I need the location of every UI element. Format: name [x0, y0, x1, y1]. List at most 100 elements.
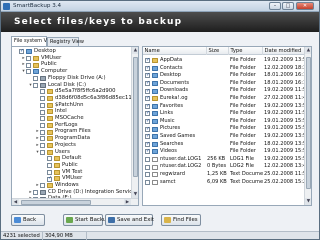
list-checkbox[interactable] — [145, 148, 150, 156]
title-bar[interactable]: SmartBackup 3.4 – □ ✕ — [1, 1, 319, 12]
list-row[interactable]: Videos File Folder 19.01.2009 15:5 — [143, 148, 306, 156]
tree-checkbox[interactable] — [40, 122, 45, 128]
column-header-name[interactable]: Name — [143, 47, 207, 55]
minimize-button[interactable]: – — [269, 2, 281, 10]
cell-name: AppData — [160, 57, 183, 63]
tree-checkbox[interactable] — [40, 136, 45, 142]
list-row[interactable]: Music File Folder 19.01.2009 15:5 — [143, 118, 306, 125]
tree-checkbox[interactable] — [33, 189, 38, 195]
tree-checkbox[interactable] — [26, 55, 31, 61]
list-checkbox[interactable] — [145, 110, 150, 118]
tree-checkbox[interactable] — [47, 163, 52, 169]
folder-icon — [152, 141, 158, 147]
back-button[interactable]: Back — [11, 214, 45, 226]
tree-vertical-scrollbar[interactable]: ▲ ▼ — [131, 47, 138, 205]
scroll-down-arrow-icon[interactable]: ▼ — [305, 198, 311, 205]
list-row[interactable]: Desktop File Folder 18.01.2009 16:1 — [143, 72, 306, 80]
list-checkbox[interactable] — [145, 87, 150, 95]
tree-checkbox[interactable] — [47, 175, 52, 183]
list-row[interactable]: Searches File Folder 18.02.2009 13:5 — [143, 141, 306, 148]
cell-name: Contacts — [160, 64, 183, 71]
scroll-up-arrow-icon[interactable]: ▲ — [305, 47, 311, 54]
list-row[interactable]: Contacts File Folder 12.02.2009 18:3 — [143, 65, 306, 72]
cell-type: LOG1 File — [230, 155, 254, 162]
list-row[interactable]: Downloads File Folder 19.02.2009 11:5 — [143, 87, 306, 95]
list-row[interactable]: regwizard 1,25 KBText Document25.02.2008 … — [143, 171, 306, 178]
list-checkbox[interactable] — [145, 72, 150, 80]
list-checkbox[interactable] — [145, 133, 150, 141]
list-row[interactable]: Pictures File Folder 19.01.2009 15:5 — [143, 125, 306, 133]
tree-checkbox[interactable] — [40, 143, 45, 149]
scroll-right-arrow-icon[interactable]: ▶ — [124, 199, 131, 205]
maximize-button[interactable]: □ — [282, 2, 294, 10]
scroll-down-arrow-icon[interactable]: ▼ — [132, 191, 138, 198]
scroll-thumb[interactable] — [21, 200, 91, 205]
list-checkbox[interactable] — [145, 80, 150, 87]
column-header-date-modified[interactable]: Date modified — [263, 47, 306, 55]
list-row[interactable]: ntuser.dat.LOG1 256 KB LOG1 File 19.02.2009… — [143, 156, 306, 163]
tree-checkbox[interactable] — [19, 48, 24, 56]
cell-name: Desktop — [160, 72, 182, 79]
scroll-thumb[interactable] — [133, 57, 138, 177]
tree-checkbox[interactable] — [47, 156, 52, 162]
list-checkbox[interactable] — [145, 65, 150, 72]
list-row[interactable]: Documents File Folder 18.01.2009 16:1 — [143, 80, 306, 87]
file-icon — [152, 156, 158, 162]
cell-size: 0 Bytes — [207, 163, 227, 170]
folder-icon — [47, 122, 53, 128]
folder-tree[interactable]: Desktop▸VMUser▸Public▾ComputerFloppy Dis… — [11, 46, 139, 206]
close-button[interactable]: ✕ — [296, 2, 314, 10]
list-checkbox[interactable] — [145, 172, 150, 178]
list-checkbox[interactable] — [145, 103, 150, 110]
tree-checkbox[interactable] — [40, 109, 45, 115]
folder-icon — [47, 96, 53, 102]
tab-file-system-view[interactable]: File system View — [11, 36, 56, 46]
list-row[interactable]: AppData File Folder 19.02.2009 13:5 — [143, 57, 306, 65]
cell-date-modified: 19.02.2009 13:5 — [264, 133, 306, 139]
scroll-up-arrow-icon[interactable]: ▲ — [132, 47, 138, 54]
list-row[interactable]: Links File Folder 19.02.2009 11:5 — [143, 110, 306, 118]
folder-icon — [54, 156, 60, 162]
list-checkbox[interactable] — [145, 95, 150, 103]
list-checkbox[interactable] — [145, 141, 150, 148]
list-vertical-scrollbar[interactable]: ▲ ▼ — [304, 47, 311, 205]
drive-icon — [40, 82, 46, 88]
column-header-size[interactable]: Size — [207, 47, 229, 55]
tree-checkbox[interactable] — [47, 169, 52, 175]
list-row[interactable]: ntuser.dat.LOG2 0 Bytes LOG2 File 12.02.200… — [143, 163, 306, 170]
cell-type: File Folder — [230, 117, 256, 124]
tree-checkbox[interactable] — [40, 96, 45, 102]
list-checkbox[interactable] — [145, 125, 150, 133]
save-and-exit-button[interactable]: Save and Exit — [105, 214, 154, 226]
file-list[interactable]: Name Size Type Date modified AppData File… — [142, 46, 312, 206]
find-files-label: Find Files — [173, 217, 198, 223]
list-row[interactable]: Saved Games File Folder 19.02.2009 13:5 — [143, 133, 306, 141]
tree-checkbox[interactable] — [33, 76, 38, 82]
start-backup-button[interactable]: Start Backup — [63, 214, 110, 226]
find-files-button[interactable]: Find Files — [161, 214, 201, 226]
tree-checkbox[interactable] — [33, 82, 38, 88]
list-checkbox[interactable] — [145, 57, 150, 65]
tree-checkbox[interactable] — [40, 102, 45, 108]
list-row[interactable]: samct 6,09 KBText Document25.02.2008 15:2 — [143, 179, 306, 186]
list-checkbox[interactable] — [145, 118, 150, 125]
scroll-left-arrow-icon[interactable]: ◀ — [12, 199, 19, 205]
tree-checkbox[interactable] — [40, 149, 45, 155]
tree-checkbox[interactable] — [26, 69, 31, 75]
folder-icon — [47, 102, 53, 108]
tree-checkbox[interactable] — [40, 116, 45, 122]
column-header-type[interactable]: Type — [229, 47, 263, 55]
banner-title: Select files/keys to backup — [14, 17, 183, 27]
tree-horizontal-scrollbar[interactable]: ◀ ▶ — [12, 198, 138, 205]
tree-checkbox[interactable] — [40, 89, 45, 95]
list-row[interactable]: Favorites File Folder 19.02.2009 13:5 — [143, 103, 306, 110]
list-checkbox[interactable] — [145, 164, 150, 170]
scroll-thumb[interactable] — [306, 57, 311, 189]
list-row[interactable]: Eureka!.og File Folder 27.02.2008 11:49 — [143, 95, 306, 103]
list-checkbox[interactable] — [145, 179, 150, 185]
tree-checkbox[interactable] — [26, 62, 31, 68]
tree-checkbox[interactable] — [40, 129, 45, 135]
tree-checkbox[interactable] — [40, 183, 45, 189]
tab-registry-view[interactable]: Registry View — [47, 37, 84, 46]
list-checkbox[interactable] — [145, 157, 150, 163]
